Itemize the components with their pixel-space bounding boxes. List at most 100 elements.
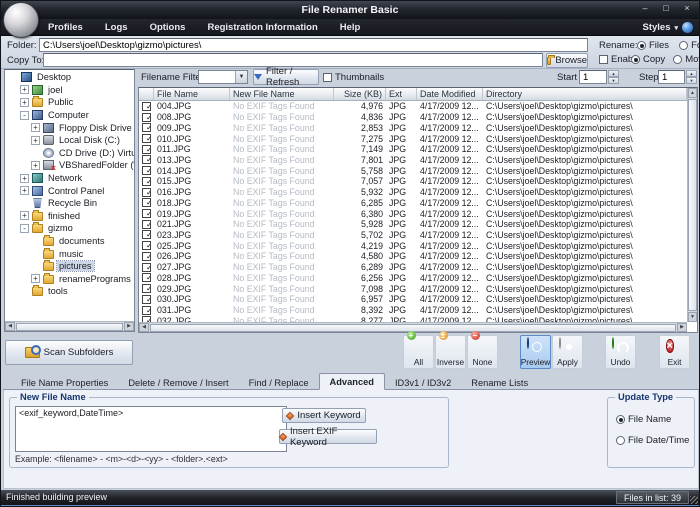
row-checkbox[interactable]: ✓	[139, 123, 154, 132]
undo-button[interactable]: Undo	[605, 335, 636, 369]
dropdown-arrow-icon[interactable]: ▼	[235, 71, 247, 83]
row-checkbox[interactable]: ✓	[139, 230, 154, 239]
radio-icon[interactable]	[673, 55, 682, 64]
minimize-button[interactable]: –	[639, 3, 651, 13]
checkbox-icon[interactable]: ✓	[142, 177, 151, 186]
row-checkbox[interactable]: ✓	[139, 284, 154, 293]
row-checkbox[interactable]: ✓	[139, 306, 154, 315]
resize-grip[interactable]	[690, 496, 698, 504]
tab-file-name-properties[interactable]: File Name Properties	[11, 375, 118, 390]
checkbox-icon[interactable]: ✓	[142, 284, 151, 293]
checkbox-icon[interactable]: ✓	[142, 188, 151, 197]
step-stepper[interactable]: ▲▼	[686, 70, 697, 84]
browse-button[interactable]: Browse	[546, 53, 588, 68]
start-input[interactable]	[579, 70, 607, 84]
menu-item-options[interactable]: Options	[139, 19, 197, 36]
column-header-date-modified[interactable]: Date Modified	[417, 88, 483, 100]
insert-exif-keyword-button[interactable]: Insert EXIF Keyword	[279, 429, 377, 444]
new-file-name-input[interactable]: <exif_keyword,DateTime>	[15, 406, 287, 452]
exit-button[interactable]: ×Exit	[659, 335, 690, 369]
radio-icon[interactable]	[616, 436, 625, 445]
maximize-button[interactable]: □	[660, 3, 672, 13]
checkbox-icon[interactable]: ✓	[142, 220, 151, 229]
tab-id3v1-id3v2[interactable]: ID3v1 / ID3v2	[385, 375, 461, 390]
tree-expander-icon[interactable]: +	[20, 186, 29, 195]
spin-up-icon[interactable]: ▲	[608, 70, 619, 77]
filter-refresh-button[interactable]: Filter / Refresh	[253, 69, 319, 85]
tree-expander-icon[interactable]: +	[20, 174, 29, 183]
tab-rename-lists[interactable]: Rename Lists	[461, 375, 538, 390]
step-input[interactable]	[658, 70, 685, 84]
inverse-button[interactable]: Inverse	[435, 335, 466, 369]
row-checkbox[interactable]: ✓	[139, 263, 154, 272]
table-row[interactable]: ✓011.JPGNo EXIF Tags Found7,149JPG4/17/2…	[139, 144, 687, 155]
row-checkbox[interactable]: ✓	[139, 113, 154, 122]
table-row[interactable]: ✓026.JPGNo EXIF Tags Found4,580JPG4/17/2…	[139, 251, 687, 262]
table-row[interactable]: ✓009.JPGNo EXIF Tags Found2,853JPG4/17/2…	[139, 122, 687, 133]
update-type-option-file-name[interactable]: File Name	[616, 414, 689, 425]
tree-expander-icon[interactable]: -	[20, 111, 29, 120]
row-checkbox[interactable]: ✓	[139, 155, 154, 164]
scroll-up-icon[interactable]: ▲	[688, 88, 697, 98]
row-checkbox[interactable]: ✓	[139, 134, 154, 143]
copymove-option-move[interactable]: Move	[673, 54, 700, 65]
scroll-left-icon[interactable]: ◀	[5, 322, 15, 331]
table-row[interactable]: ✓019.JPGNo EXIF Tags Found6,380JPG4/17/2…	[139, 208, 687, 219]
scroll-down-icon[interactable]: ▼	[688, 312, 697, 322]
table-row[interactable]: ✓010.JPGNo EXIF Tags Found7,275JPG4/17/2…	[139, 133, 687, 144]
table-row[interactable]: ✓016.JPGNo EXIF Tags Found5,932JPG4/17/2…	[139, 187, 687, 198]
menu-item-help[interactable]: Help	[329, 19, 372, 36]
table-row[interactable]: ✓025.JPGNo EXIF Tags Found4,219JPG4/17/2…	[139, 240, 687, 251]
column-header-directory[interactable]: Directory	[483, 88, 687, 100]
tree-item-renameprograms[interactable]: +renamePrograms	[5, 273, 134, 286]
table-row[interactable]: ✓031.JPGNo EXIF Tags Found8,392JPG4/17/2…	[139, 305, 687, 316]
table-row[interactable]: ✓021.JPGNo EXIF Tags Found5,928JPG4/17/2…	[139, 219, 687, 230]
close-button[interactable]: ×	[681, 3, 693, 13]
column-header-ext[interactable]: Ext	[386, 88, 417, 100]
radio-icon[interactable]	[616, 415, 625, 424]
row-checkbox[interactable]: ✓	[139, 102, 154, 111]
tree-scroll-thumb[interactable]	[16, 323, 123, 331]
thumbnails-checkbox[interactable]: Thumbnails	[323, 72, 384, 83]
checkbox-icon[interactable]: ✓	[142, 252, 151, 261]
checkbox-icon[interactable]: ✓	[142, 166, 151, 175]
checkbox-icon[interactable]: ✓	[142, 102, 151, 111]
checkbox-icon[interactable]: ✓	[142, 230, 151, 239]
spin-down-icon[interactable]: ▼	[686, 77, 697, 84]
row-checkbox[interactable]: ✓	[139, 295, 154, 304]
update-type-option-file-date-time[interactable]: File Date/Time	[616, 435, 689, 446]
table-row[interactable]: ✓018.JPGNo EXIF Tags Found6,285JPG4/17/2…	[139, 197, 687, 208]
table-row[interactable]: ✓015.JPGNo EXIF Tags Found7,057JPG4/17/2…	[139, 176, 687, 187]
spin-down-icon[interactable]: ▼	[608, 77, 619, 84]
column-header-size-kb-[interactable]: Size (KB)	[334, 88, 386, 100]
row-checkbox[interactable]: ✓	[139, 273, 154, 282]
tree-item-public[interactable]: +Public	[5, 96, 134, 109]
table-row[interactable]: ✓032.JPGNo EXIF Tags Found8,277JPG4/17/2…	[139, 315, 687, 322]
radio-icon[interactable]	[679, 41, 688, 50]
preview-button[interactable]: Preview	[520, 335, 551, 369]
table-header[interactable]: File NameNew File NameSize (KB)ExtDate M…	[139, 88, 687, 101]
column-header-file-name[interactable]: File Name	[154, 88, 230, 100]
checkbox-icon[interactable]: ✓	[142, 198, 151, 207]
copymove-option-copy[interactable]: Copy	[631, 54, 665, 65]
spin-up-icon[interactable]: ▲	[686, 70, 697, 77]
tab-find-replace[interactable]: Find / Replace	[239, 375, 319, 390]
tree-item-vbsharedfolder-vboxsvr-z[interactable]: +VBSharedFolder (\\vboxsvr) (Z	[5, 159, 134, 172]
tab-delete-remove-insert[interactable]: Delete / Remove / Insert	[118, 375, 238, 390]
menu-item-profiles[interactable]: Profiles	[37, 19, 94, 36]
radio-icon[interactable]	[637, 41, 646, 50]
table-row[interactable]: ✓013.JPGNo EXIF Tags Found7,801JPG4/17/2…	[139, 155, 687, 166]
checkbox-icon[interactable]: ✓	[142, 155, 151, 164]
folder-input[interactable]	[39, 38, 588, 52]
tree-item-floppy-disk-drive-a-[interactable]: +Floppy Disk Drive (A:)	[5, 121, 134, 134]
row-checkbox[interactable]: ✓	[139, 145, 154, 154]
row-checkbox[interactable]: ✓	[139, 166, 154, 175]
checkbox-icon[interactable]: ✓	[142, 273, 151, 282]
tree-item-desktop[interactable]: +Desktop	[5, 71, 134, 84]
scroll-right-icon[interactable]: ▶	[677, 323, 687, 332]
filename-filter-dropdown[interactable]: ▼	[198, 70, 248, 84]
tree-item-joel[interactable]: +joel	[5, 84, 134, 97]
checkbox-icon[interactable]: ✓	[142, 263, 151, 272]
tree-expander-icon[interactable]: +	[20, 98, 29, 107]
tree-expander-icon[interactable]: +	[31, 123, 40, 132]
